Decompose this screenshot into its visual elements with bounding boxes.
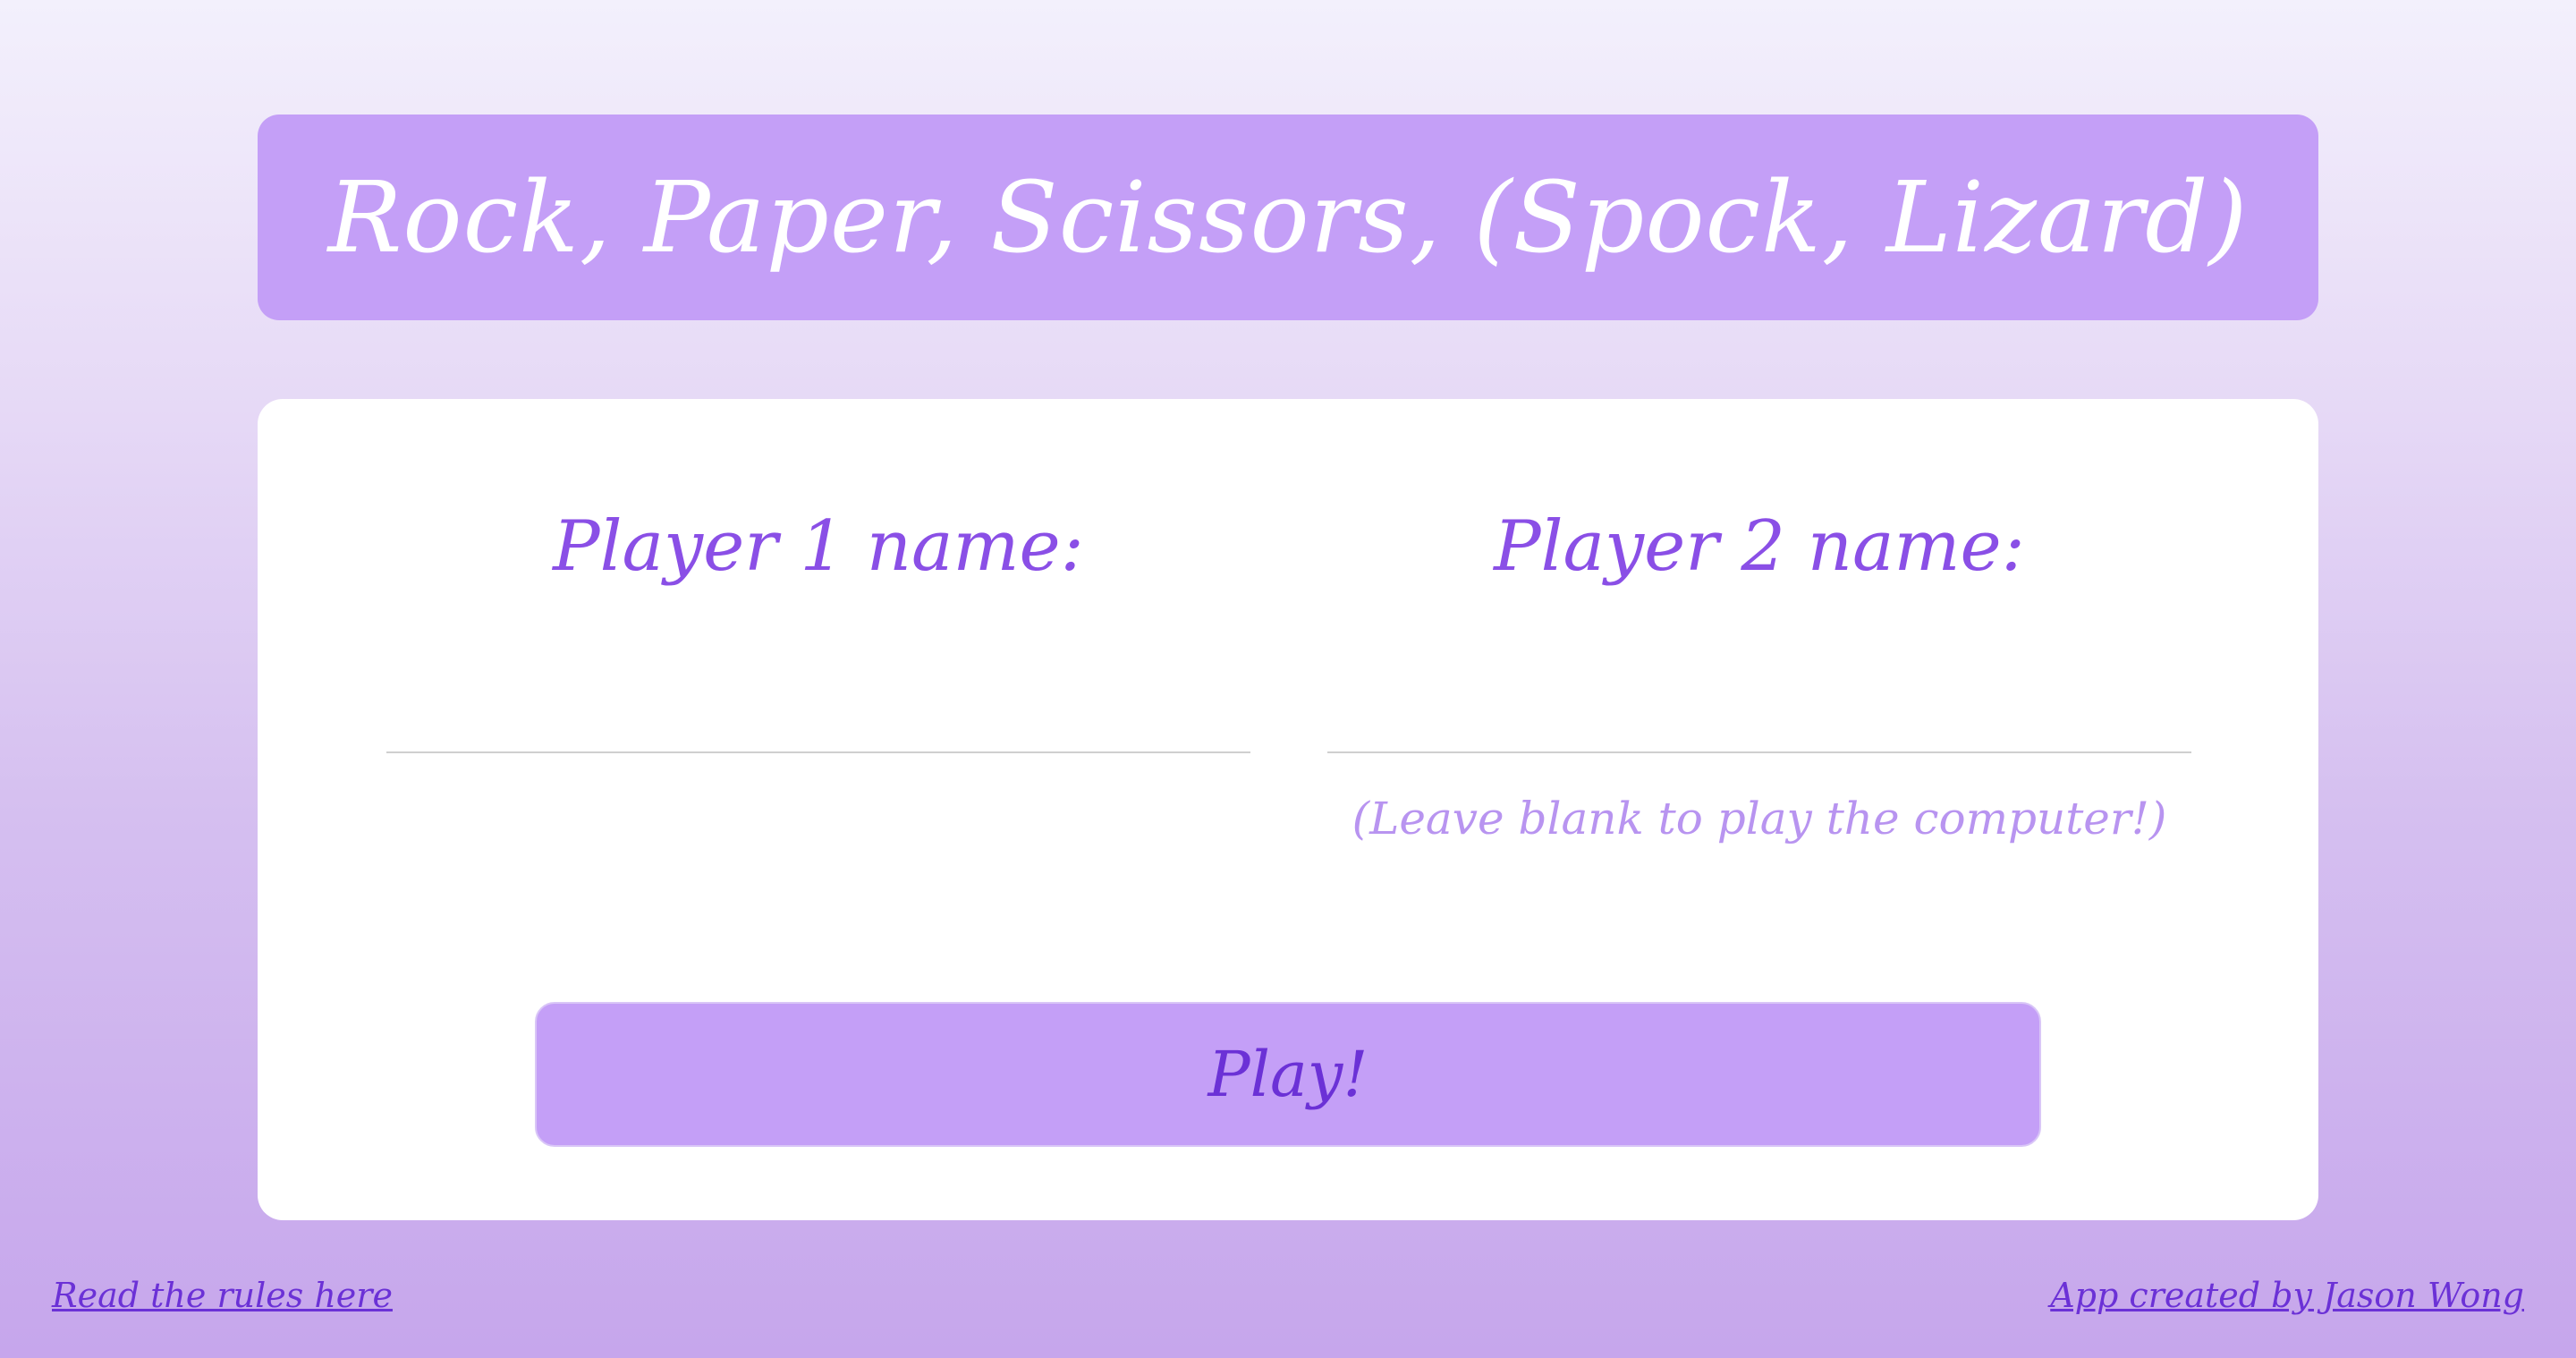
credit-link[interactable]: App created by Jason Wong [2050,1276,2524,1315]
player2-hint: (Leave blank to play the computer!) [1352,793,2167,845]
player2-label: Player 2 name: [1494,506,2025,587]
player1-name-input[interactable] [386,667,1250,753]
title-banner: Rock, Paper, Scissors, (Spock, Lizard) [258,115,2318,320]
player-form-card: Player 1 name: Player 2 name: (Leave bla… [258,399,2318,1220]
player1-label: Player 1 name: [553,506,1084,587]
player2-name-input[interactable] [1327,667,2191,753]
page-title: Rock, Paper, Scissors, (Spock, Lizard) [327,160,2249,275]
play-button[interactable]: Play! [535,1002,2041,1147]
rules-link[interactable]: Read the rules here [52,1276,393,1315]
